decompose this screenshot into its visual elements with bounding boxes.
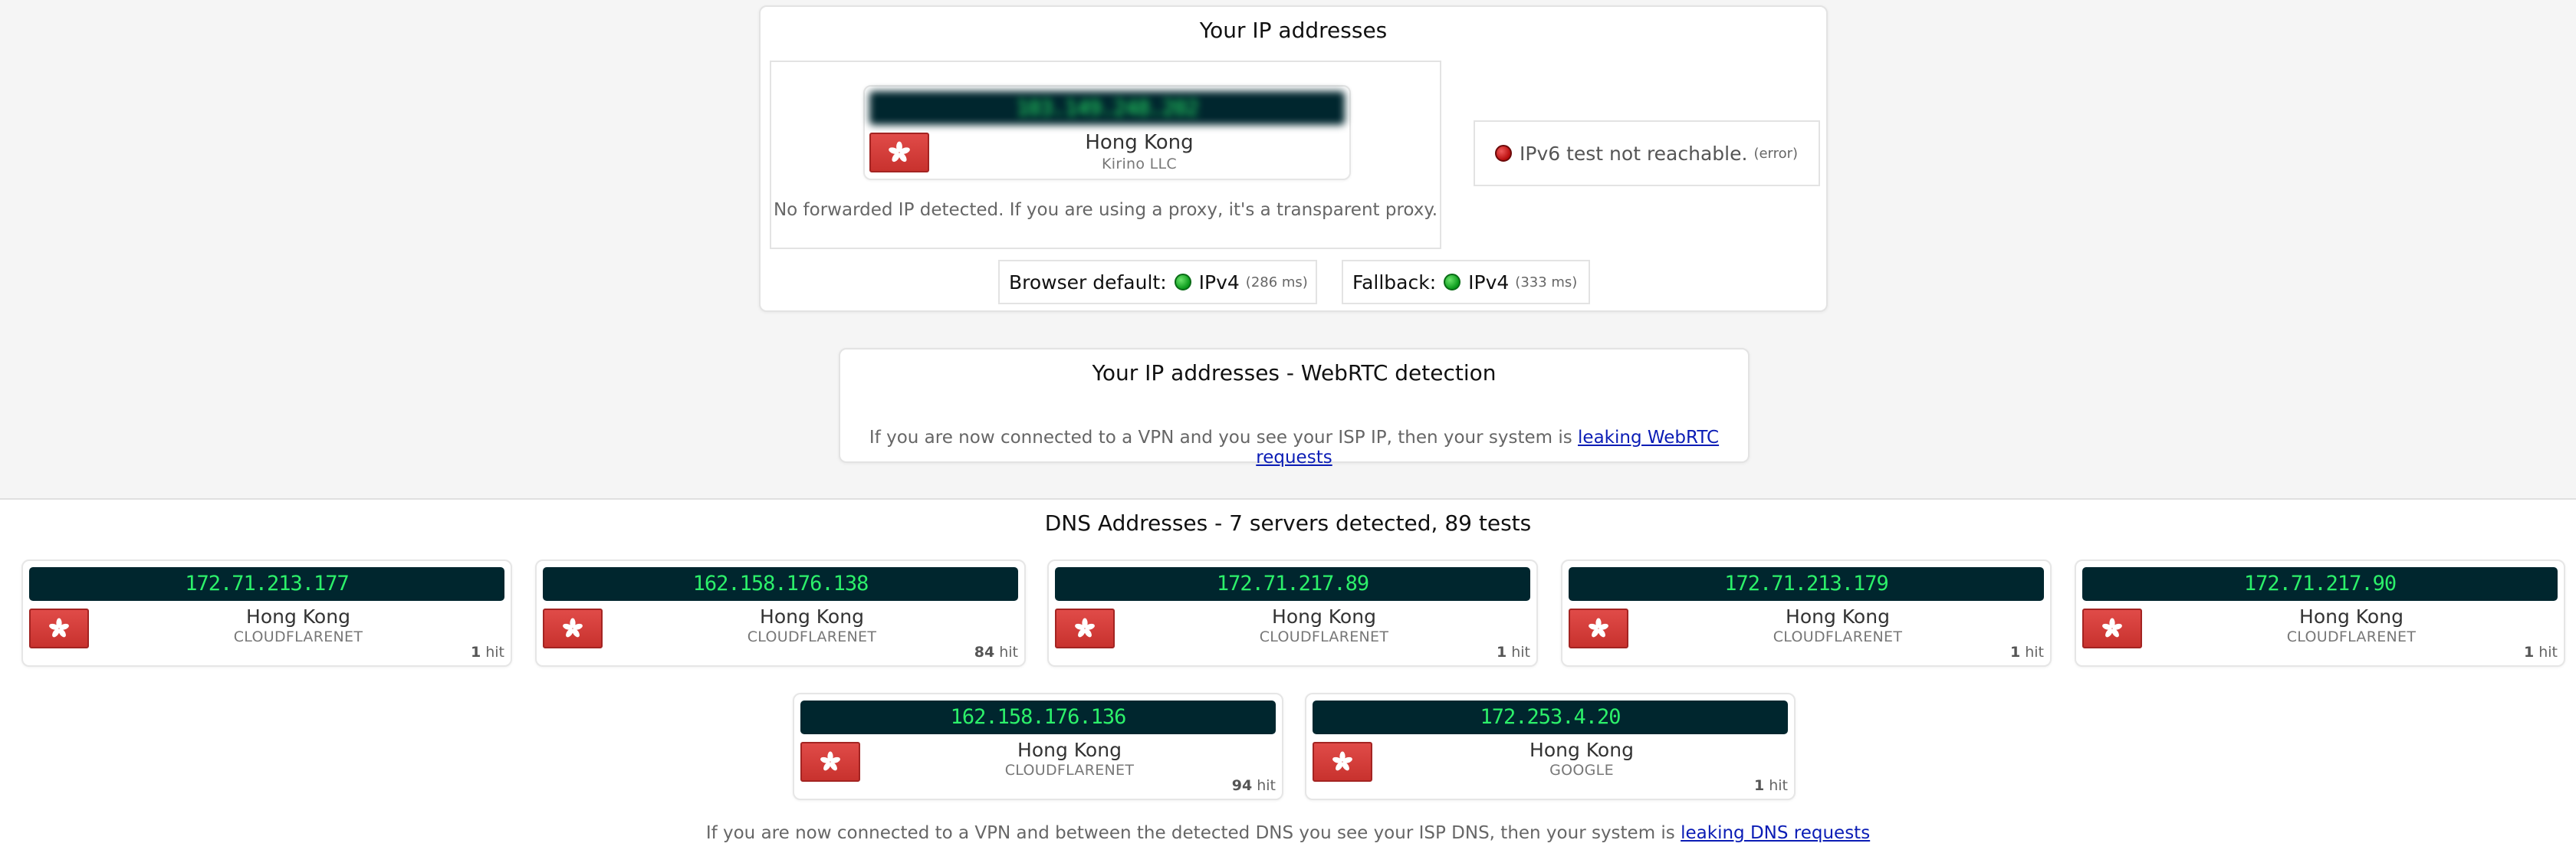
dns-server-ip: 162.158.176.136: [800, 701, 1276, 734]
leaking-dns-link[interactable]: leaking DNS requests: [1681, 823, 1870, 843]
dns-server-card: 172.71.217.90 Hong Kong CLOUDFLARENET 1 hit: [2075, 559, 2565, 667]
hong-kong-flag-icon: [800, 742, 860, 782]
ipv4-panel: 103.149.248.202 Hong Kong Kirino LLC No …: [770, 61, 1441, 249]
green-dot-icon: [1174, 274, 1191, 290]
fallback-label: Fallback:: [1352, 271, 1437, 294]
dns-server-card: 162.158.176.136 Hong Kong CLOUDFLARENET 94 …: [793, 693, 1283, 800]
dns-server-card: 162.158.176.138 Hong Kong CLOUDFLARENET 84 …: [535, 559, 1026, 667]
dns-server-hit-count: 1: [1753, 777, 1765, 794]
dns-server-hit-label: hit: [2538, 644, 2558, 661]
dns-server-hits: 1 hit: [471, 644, 504, 661]
forwarded-ip-note: No forwarded IP detected. If you are usi…: [773, 200, 1438, 220]
dns-server-hit-count: 84: [974, 644, 995, 661]
dns-server-country: Hong Kong: [1272, 605, 1376, 628]
ipv6-error-label: (error): [1753, 145, 1799, 162]
browser-default-latency: (286 ms): [1245, 274, 1308, 290]
ipv4-address: 103.149.248.202: [869, 91, 1345, 125]
dns-server-hit-label: hit: [1257, 777, 1276, 794]
dns-server-card: 172.71.213.177 Hong Kong CLOUDFLARENET 1 hi…: [21, 559, 512, 667]
dns-server-isp: CLOUDFLARENET: [1259, 628, 1389, 645]
hong-kong-flag-icon: [1055, 609, 1115, 648]
ipv6-panel: IPv6 test not reachable. (error): [1474, 120, 1820, 186]
fallback-protocol: IPv4: [1468, 271, 1510, 294]
hong-kong-flag-icon: [2082, 609, 2142, 648]
dns-server-hits: 94 hit: [1232, 777, 1276, 794]
red-dot-icon: [1495, 145, 1512, 162]
dns-server-country: Hong Kong: [1786, 605, 1890, 628]
dns-server-hit-label: hit: [2025, 644, 2044, 661]
dns-server-hits: 1 hit: [2010, 644, 2044, 661]
hong-kong-flag-icon: [29, 609, 89, 648]
dns-server-hit-count: 1: [2009, 644, 2021, 661]
webrtc-note-text: If you are now connected to a VPN and yo…: [869, 428, 1572, 448]
dns-server-country: Hong Kong: [760, 605, 864, 628]
dns-server-hits: 84 hit: [974, 644, 1018, 661]
dns-server-ip: 172.71.213.177: [29, 567, 504, 601]
dns-server-card: 172.71.213.179 Hong Kong CLOUDFLARENET 1 hi…: [1561, 559, 2052, 667]
dns-server-hit-label: hit: [999, 644, 1018, 661]
hong-kong-flag-icon: [1569, 609, 1628, 648]
dns-server-country: Hong Kong: [1017, 739, 1122, 761]
dns-server-hit-label: hit: [1511, 644, 1530, 661]
hong-kong-flag-icon: [869, 133, 929, 172]
dns-server-hit-count: 1: [470, 644, 481, 661]
dns-server-hit-count: 94: [1231, 777, 1253, 794]
dns-server-ip: 162.158.176.138: [543, 567, 1018, 601]
dns-server-card: 172.71.217.89 Hong Kong CLOUDFLARENET 1 hit: [1047, 559, 1538, 667]
green-dot-icon: [1444, 274, 1461, 290]
dns-server-country: Hong Kong: [1530, 739, 1634, 761]
dns-server-hits: 1 hit: [2524, 644, 2558, 661]
dns-server-card: 172.253.4.20 Hong Kong GOOGLE 1 hit: [1305, 693, 1796, 800]
dns-server-isp: CLOUDFLARENET: [1773, 628, 1903, 645]
dns-server-ip: 172.71.217.89: [1055, 567, 1530, 601]
dns-server-country: Hong Kong: [246, 605, 350, 628]
dns-server-hit-label: hit: [485, 644, 504, 661]
browser-default-pill: Browser default: IPv4 (286 ms): [998, 260, 1317, 304]
hong-kong-flag-icon: [543, 609, 603, 648]
dns-server-hits: 1 hit: [1754, 777, 1788, 794]
browser-default-protocol: IPv4: [1198, 271, 1240, 294]
dns-server-ip: 172.253.4.20: [1313, 701, 1788, 734]
dns-server-hit-count: 1: [1496, 644, 1507, 661]
dns-server-hit-label: hit: [1769, 777, 1788, 794]
browser-default-label: Browser default:: [1009, 271, 1167, 294]
dns-server-isp: CLOUDFLARENET: [233, 628, 363, 645]
fallback-pill: Fallback: IPv4 (333 ms): [1342, 260, 1590, 304]
webrtc-note: If you are now connected to a VPN and yo…: [840, 428, 1748, 468]
ipv4-country: Hong Kong: [1085, 131, 1194, 154]
ip-addresses-card: Your IP addresses 103.149.248.202 Hong K…: [759, 5, 1828, 312]
dns-server-hits: 1 hit: [1497, 644, 1530, 661]
ipv6-status-text: IPv6 test not reachable.: [1520, 142, 1748, 165]
webrtc-title: Your IP addresses - WebRTC detection: [1092, 360, 1497, 386]
dns-server-hit-count: 1: [2523, 644, 2535, 661]
ip-addresses-title: Your IP addresses: [1199, 18, 1388, 43]
ipv4-isp: Kirino LLC: [1102, 156, 1177, 172]
fallback-latency: (333 ms): [1515, 274, 1578, 290]
dns-section: DNS Addresses - 7 servers detected, 89 t…: [0, 498, 2576, 863]
hong-kong-flag-icon: [1313, 742, 1372, 782]
dns-server-ip: 172.71.217.90: [2082, 567, 2558, 601]
dns-server-isp: CLOUDFLARENET: [747, 628, 877, 645]
dns-server-ip: 172.71.213.179: [1569, 567, 2044, 601]
dns-server-country: Hong Kong: [2299, 605, 2404, 628]
ipv4-widget: 103.149.248.202 Hong Kong Kirino LLC: [863, 85, 1351, 180]
dns-note-text: If you are now connected to a VPN and be…: [705, 823, 1675, 843]
dns-server-isp: GOOGLE: [1549, 762, 1614, 779]
dns-note: If you are now connected to a VPN and be…: [0, 823, 2576, 843]
dns-server-isp: CLOUDFLARENET: [1004, 762, 1135, 779]
dns-server-isp: CLOUDFLARENET: [2286, 628, 2417, 645]
dns-title: DNS Addresses - 7 servers detected, 89 t…: [1044, 510, 1532, 536]
webrtc-card: Your IP addresses - WebRTC detection If …: [839, 348, 1750, 468]
